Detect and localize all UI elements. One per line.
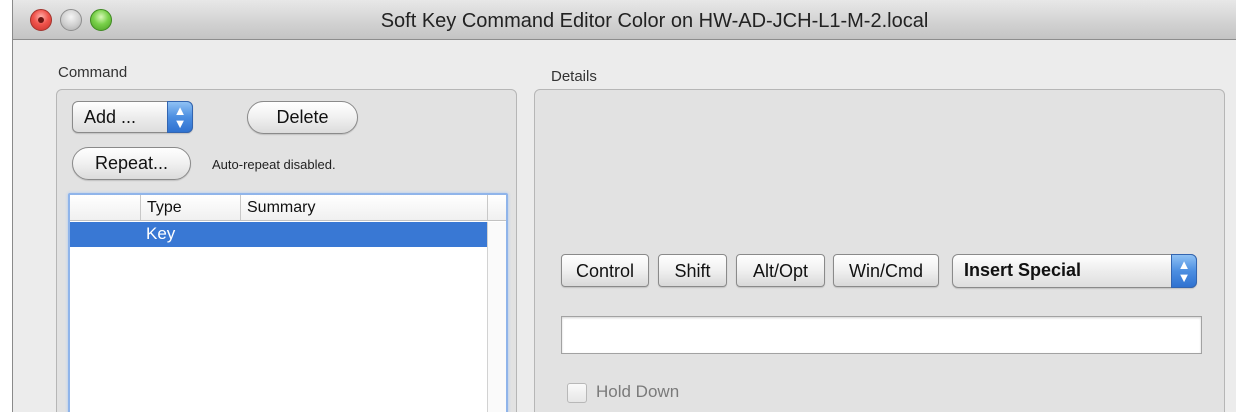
insert-special-popup[interactable]: Insert Special ▲ ▼ [952, 254, 1197, 288]
hold-down-checkbox[interactable] [567, 383, 587, 403]
title-bar[interactable]: Soft Key Command Editor Color on HW-AD-J… [13, 0, 1236, 40]
alt-opt-modifier-button[interactable]: Alt/Opt [736, 254, 825, 287]
column-header-blank[interactable] [70, 195, 140, 220]
table-cell-type: Key [146, 224, 176, 243]
autorepeat-status: Auto-repeat disabled. [212, 157, 336, 172]
details-group-box [534, 89, 1225, 412]
shift-modifier-button[interactable]: Shift [658, 254, 727, 287]
popup-stepper-icon: ▲ ▼ [167, 101, 193, 133]
table-header: Type Summary [70, 195, 506, 221]
add-command-popup-label: Add ... [84, 107, 137, 127]
details-group-label: Details [551, 68, 597, 85]
control-modifier-button[interactable]: Control [561, 254, 649, 287]
table-row[interactable]: Key [70, 222, 487, 247]
add-command-popup[interactable]: Add ... ▲ ▼ [72, 101, 193, 133]
delete-button[interactable]: Delete [247, 101, 358, 134]
popup-stepper-icon: ▲ ▼ [1171, 254, 1197, 288]
window-title: Soft Key Command Editor Color on HW-AD-J… [380, 10, 929, 32]
column-header-summary[interactable]: Summary [240, 195, 487, 220]
hold-down-label: Hold Down [596, 382, 680, 401]
column-header-type[interactable]: Type [140, 195, 240, 220]
win-cmd-modifier-button[interactable]: Win/Cmd [833, 254, 939, 287]
insert-special-popup-label: Insert Special [964, 260, 1082, 280]
table-scroll-gutter [487, 222, 506, 412]
command-table[interactable]: Type Summary Key [68, 193, 508, 412]
column-header-end [487, 195, 506, 220]
command-group-label: Command [58, 64, 128, 81]
key-sequence-field[interactable] [561, 316, 1202, 354]
repeat-button[interactable]: Repeat... [72, 147, 191, 180]
editor-window: Soft Key Command Editor Color on HW-AD-J… [12, 0, 1236, 412]
